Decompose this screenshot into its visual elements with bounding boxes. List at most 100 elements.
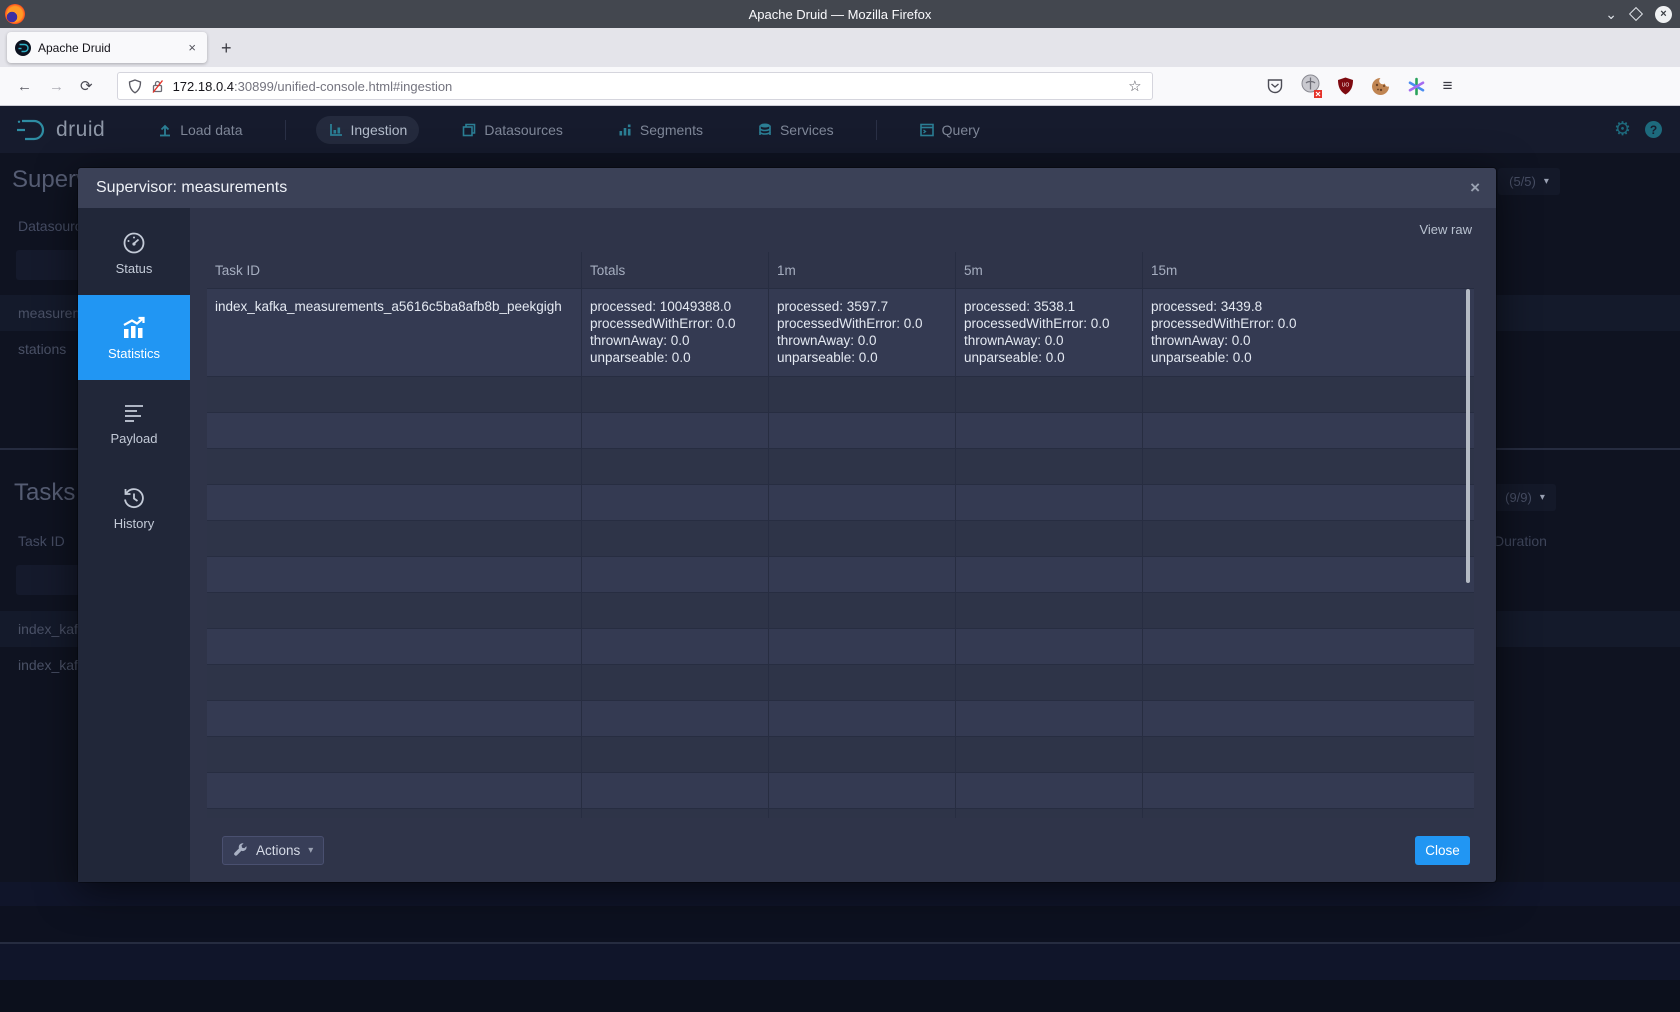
- services-icon: [757, 122, 773, 138]
- window-titlebar: Apache Druid — Mozilla Firefox ⌄ ×: [0, 0, 1680, 28]
- url-text: 172.18.0.4:30899/unified-console.html#in…: [173, 79, 453, 94]
- actions-label: Actions: [256, 843, 300, 858]
- table-row: [207, 412, 1474, 448]
- cell-15m: processed: 3439.8processedWithError: 0.0…: [1142, 289, 1474, 376]
- nav-label: Services: [780, 122, 834, 138]
- tracking-shield-icon[interactable]: [128, 79, 142, 94]
- window-title: Apache Druid — Mozilla Firefox: [0, 7, 1680, 22]
- supervisors-count: (5/5): [1509, 174, 1536, 189]
- nav-divider: [876, 120, 877, 140]
- menu-icon[interactable]: ≡: [1443, 76, 1453, 96]
- table-row: [207, 808, 1474, 818]
- table-header-row: Task ID Totals 1m 5m 15m: [207, 252, 1474, 288]
- bookmark-star-icon[interactable]: ☆: [1128, 77, 1141, 95]
- dialog-close-icon[interactable]: ×: [1470, 178, 1480, 198]
- background-table-stripe: [0, 944, 1680, 980]
- tab-statistics[interactable]: Statistics: [78, 295, 190, 380]
- stats-table-empty-rows: [207, 376, 1474, 818]
- tab-label: History: [114, 516, 154, 531]
- nav-datasources[interactable]: Datasources: [449, 116, 575, 144]
- cell-1m: processed: 3597.7processedWithError: 0.0…: [768, 289, 955, 376]
- dialog-footer: Actions ▾ Close: [78, 836, 1496, 864]
- cookie-icon[interactable]: [1371, 77, 1390, 96]
- datasources-icon: [461, 122, 477, 138]
- druid-navbar: druid Load data Ingestion Datasources S: [0, 106, 1680, 153]
- background-table-stripe: [0, 980, 1680, 1012]
- nav-query[interactable]: Query: [907, 116, 992, 144]
- close-button[interactable]: Close: [1415, 836, 1470, 865]
- browser-toolbar: ← → ⟳ 172.18.0.4:30899/unified-console.h…: [0, 67, 1680, 106]
- cell-5m: processed: 3538.1processedWithError: 0.0…: [955, 289, 1142, 376]
- extension-disabled-badge-icon: [1314, 90, 1322, 98]
- nav-divider: [285, 120, 286, 140]
- nav-services[interactable]: Services: [745, 116, 846, 144]
- insecure-lock-icon[interactable]: [150, 79, 165, 94]
- url-bar[interactable]: 172.18.0.4:30899/unified-console.html#in…: [117, 72, 1153, 100]
- tasks-col-task-id: Task ID: [18, 533, 65, 549]
- multi-account-asterisk-icon[interactable]: [1407, 77, 1426, 96]
- tab-label: Payload: [111, 431, 158, 446]
- druid-favicon-icon: [15, 40, 31, 56]
- chevron-down-icon: ▾: [1544, 176, 1549, 187]
- svg-text:UO: UO: [1341, 83, 1349, 89]
- supervisor-datasource: stations: [18, 341, 66, 357]
- chart-increase-icon: [120, 315, 148, 341]
- window-close-icon[interactable]: ×: [1655, 6, 1672, 23]
- nav-ingestion[interactable]: Ingestion: [316, 116, 420, 144]
- col-1m: 1m: [768, 252, 955, 288]
- table-row: [207, 700, 1474, 736]
- table-scrollbar[interactable]: [1466, 289, 1470, 583]
- settings-gear-icon[interactable]: ⚙: [1614, 118, 1631, 141]
- browser-tab[interactable]: Apache Druid ×: [7, 32, 207, 63]
- tasks-count-dropdown[interactable]: (9/9) ▾: [1494, 484, 1556, 511]
- query-icon: [919, 122, 935, 138]
- table-row: [207, 484, 1474, 520]
- new-tab-button[interactable]: +: [221, 38, 232, 59]
- nav-label: Query: [942, 122, 980, 138]
- task-id: index_kafk: [18, 657, 85, 673]
- col-5m: 5m: [955, 252, 1142, 288]
- chevron-down-icon: ▾: [308, 845, 313, 856]
- nav-label: Segments: [640, 122, 703, 138]
- tab-payload[interactable]: Payload: [78, 380, 190, 465]
- nav-segments[interactable]: Segments: [605, 116, 715, 144]
- table-row: [207, 772, 1474, 808]
- background-table-stripe: [0, 906, 1680, 942]
- actions-button[interactable]: Actions ▾: [222, 836, 324, 865]
- extension-icon[interactable]: [1301, 74, 1320, 98]
- table-row: [207, 448, 1474, 484]
- tab-status[interactable]: Status: [78, 210, 190, 295]
- back-icon[interactable]: ←: [17, 78, 32, 95]
- druid-wordmark: druid: [56, 118, 105, 142]
- load-data-icon: [157, 122, 173, 138]
- table-row: [207, 556, 1474, 592]
- table-row: [207, 664, 1474, 700]
- table-row[interactable]: index_kafka_measurements_a5616c5ba8afb8b…: [207, 288, 1474, 376]
- dialog-header: Supervisor: measurements ×: [78, 168, 1496, 208]
- table-row: [207, 736, 1474, 772]
- nav-load-data[interactable]: Load data: [145, 116, 254, 144]
- history-icon: [121, 485, 147, 511]
- pocket-icon[interactable]: [1266, 77, 1284, 95]
- window-maximize-icon[interactable]: [1629, 7, 1643, 21]
- druid-logo[interactable]: druid: [14, 117, 105, 143]
- ublock-icon[interactable]: UO: [1337, 77, 1354, 95]
- window-minimize-icon[interactable]: ⌄: [1605, 9, 1617, 19]
- col-task-id: Task ID: [207, 252, 581, 288]
- reload-icon[interactable]: ⟳: [80, 77, 93, 95]
- tab-history[interactable]: History: [78, 465, 190, 550]
- url-host: 172.18.0.4: [173, 79, 234, 94]
- segments-icon: [617, 122, 633, 138]
- tab-strip: Apache Druid × +: [0, 28, 1680, 67]
- tasks-count: (9/9): [1505, 490, 1532, 505]
- tab-close-icon[interactable]: ×: [185, 40, 199, 55]
- col-15m: 15m: [1142, 252, 1474, 288]
- tasks-col-duration: Duration: [1494, 533, 1547, 549]
- task-id: index_kafk: [18, 621, 85, 637]
- align-left-icon: [121, 400, 147, 426]
- supervisor-dialog: Supervisor: measurements × Status Statis…: [78, 168, 1496, 882]
- forward-icon[interactable]: →: [49, 78, 64, 95]
- help-icon[interactable]: ?: [1645, 121, 1662, 138]
- supervisors-count-dropdown[interactable]: (5/5) ▾: [1498, 168, 1560, 195]
- view-raw-link[interactable]: View raw: [1419, 222, 1472, 237]
